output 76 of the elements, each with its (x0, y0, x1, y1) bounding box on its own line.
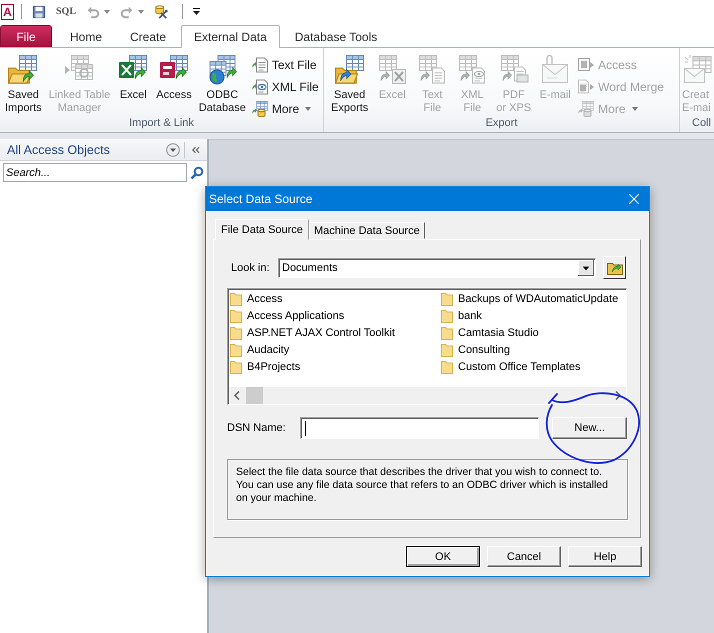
ribbon-button[interactable]: More (250, 98, 321, 120)
caret-icon (104, 10, 110, 14)
dropdown-circle-icon[interactable] (166, 142, 180, 156)
database-wrench-icon (154, 4, 168, 18)
ribbon-tab[interactable]: Database Tools (282, 25, 390, 47)
ribbon-tab[interactable]: Home (57, 25, 116, 47)
folder-icon (230, 360, 242, 374)
dropdown-arrow-icon (578, 260, 594, 276)
folder-name[interactable]: Access Applications (247, 310, 344, 322)
description-text: Select the file data source that describes the driver that you wish to connect to. You can use any file data source that refers to an ODBC driver which is installed on your machine. (236, 466, 609, 505)
folder-icon (230, 292, 242, 306)
ribbon-button[interactable]: Text File (250, 54, 321, 76)
folder-icon (441, 308, 453, 322)
customize-caret-icon (193, 8, 200, 16)
ribbon-button[interactable]: Saved Exports (328, 53, 372, 116)
folder-name[interactable]: B4Projects (247, 360, 300, 372)
page-arrow-icon (578, 79, 594, 95)
folder-icon (441, 360, 453, 374)
text-file-icon (252, 57, 268, 73)
group-label: Export (486, 116, 518, 131)
table-cylinder-icon (252, 101, 268, 117)
ribbon-button[interactable]: Saved Imports (2, 53, 45, 116)
file-tab[interactable]: File (0, 25, 52, 47)
redo-icon (120, 4, 134, 18)
ribbon-button[interactable]: ODBC Database (196, 53, 249, 116)
folder-name[interactable]: Audacity (247, 344, 290, 356)
tile-arrow-icon (578, 57, 594, 73)
navigation-pane-title: All Access Objects (7, 142, 111, 156)
collapse-icon[interactable] (191, 146, 200, 154)
folder-icon (441, 342, 453, 356)
dialog-tab[interactable]: File Data Source (215, 219, 309, 240)
scrollbar-thumb[interactable] (246, 387, 263, 404)
folder-icon (441, 292, 453, 306)
table-envelope-icon (682, 54, 714, 86)
group-label: Coll (692, 116, 711, 131)
folder-table-icon (7, 54, 40, 86)
folder-table-icon (334, 54, 366, 86)
close-icon (629, 194, 639, 204)
folder-icon (230, 326, 242, 340)
folder-icon (441, 326, 453, 340)
dialog-tab[interactable]: Machine Data Source (308, 222, 425, 239)
xml-file-icon (252, 79, 268, 95)
folder-name[interactable]: Camtasia Studio (458, 326, 539, 338)
dialog-button[interactable]: Help (568, 546, 642, 567)
dialog-button[interactable]: Cancel (487, 546, 561, 567)
ribbon-tab[interactable]: Create (117, 25, 180, 47)
new-button[interactable]: New... (552, 417, 628, 439)
caret-icon (138, 10, 144, 14)
dialog-title: Select Data Source (209, 192, 314, 206)
folder-arrow-icon (606, 260, 622, 274)
folder-name[interactable]: Custom Office Templates (458, 360, 580, 372)
up-folder-button[interactable] (603, 256, 626, 279)
folder-name[interactable]: ASP.NET AJAX Control Toolkit (247, 326, 395, 338)
undo-icon (86, 4, 100, 18)
folder-name[interactable]: Consulting (458, 344, 510, 356)
group-label: Import & Link (129, 116, 194, 131)
ribbon-button[interactable]: XML File (250, 76, 321, 98)
horizontal-scrollbar[interactable] (229, 387, 626, 404)
ribbon-tab[interactable]: External Data (181, 25, 280, 48)
sql-button[interactable]: SQL (53, 2, 80, 22)
search-icon[interactable] (190, 166, 204, 180)
ribbon-button[interactable]: Excel (114, 53, 152, 103)
ribbon-button[interactable]: Access (153, 53, 195, 103)
dialog-button[interactable]: OK (406, 546, 480, 567)
search-field[interactable]: Search... (3, 163, 187, 182)
folder-icon (230, 308, 242, 322)
folder-name[interactable]: bank (458, 310, 482, 322)
look-in-label: Look in: (230, 262, 271, 274)
folder-icon (230, 342, 242, 356)
app-logo: A (1, 4, 14, 20)
dsn-name-field[interactable] (300, 417, 540, 439)
dsn-name-label: DSN Name: (227, 422, 287, 434)
table-cylinder-icon (578, 101, 594, 117)
look-in-dropdown[interactable]: Documents (278, 258, 596, 278)
folder-name[interactable]: Access (247, 292, 282, 304)
folder-name[interactable]: Backups of WDAutomaticUpdate (458, 292, 618, 304)
